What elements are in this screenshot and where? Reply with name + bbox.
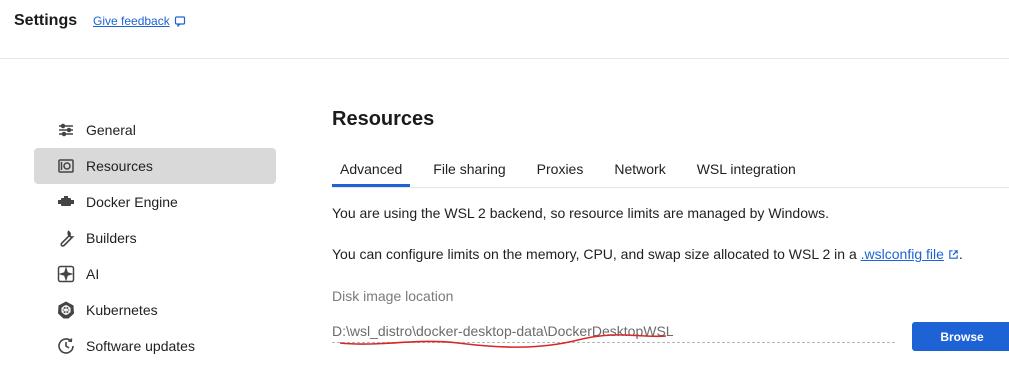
sliders-icon [56,120,76,140]
wsl-backend-info: You are using the WSL 2 backend, so reso… [332,205,829,221]
disk-image-label: Disk image location [332,288,454,304]
main-content: Resources Advanced File sharing Proxies … [332,108,1009,351]
tab-network[interactable]: Network [606,158,673,186]
sidebar-item-software-updates[interactable]: Software updates [34,328,276,364]
sidebar-item-label: Software updates [86,338,195,354]
sidebar-item-docker-engine[interactable]: Docker Engine [34,184,276,220]
wrench-icon [56,228,76,248]
give-feedback-link[interactable]: Give feedback [93,14,186,28]
sidebar-item-builders[interactable]: Builders [34,220,276,256]
sidebar-item-label: Docker Engine [86,194,178,210]
give-feedback-label: Give feedback [93,14,170,28]
sidebar-item-kubernetes[interactable]: Kubernetes [34,292,276,328]
red-annotation-underline [339,334,667,348]
sidebar-item-label: Resources [86,158,153,174]
wslconfig-file-link[interactable]: .wslconfig file [861,246,944,262]
page-title: Settings [14,12,78,29]
engine-icon [56,192,76,212]
sidebar-item-label: General [86,122,136,138]
resources-icon [56,156,76,176]
tab-file-sharing[interactable]: File sharing [425,158,513,186]
sidebar-item-label: AI [86,266,100,282]
sidebar-item-ai[interactable]: AI [34,256,276,292]
browse-button[interactable]: Browse [912,322,1009,351]
tab-bar: Advanced File sharing Proxies Network WS… [332,158,1009,188]
external-link-icon [949,250,958,259]
wsl-config-suffix: . [958,246,963,262]
feedback-icon [174,16,185,27]
kubernetes-icon [56,300,76,320]
tab-proxies[interactable]: Proxies [529,158,592,186]
section-title: Resources [332,108,435,130]
tab-wsl-integration[interactable]: WSL integration [689,158,804,186]
tab-advanced[interactable]: Advanced [332,158,411,187]
ai-icon [56,264,76,284]
sidebar-item-label: Builders [86,230,137,246]
sidebar-item-general[interactable]: General [34,112,276,148]
header: Settings Give feedback [0,0,1009,59]
wsl-config-info: You can configure limits on the memory, … [332,246,963,262]
sidebar: General Resources Docker Engine Builders… [34,112,276,364]
sidebar-item-label: Kubernetes [86,302,158,318]
clock-update-icon [56,336,76,356]
sidebar-item-resources[interactable]: Resources [34,148,276,184]
wsl-config-text: You can configure limits on the memory, … [332,246,857,262]
